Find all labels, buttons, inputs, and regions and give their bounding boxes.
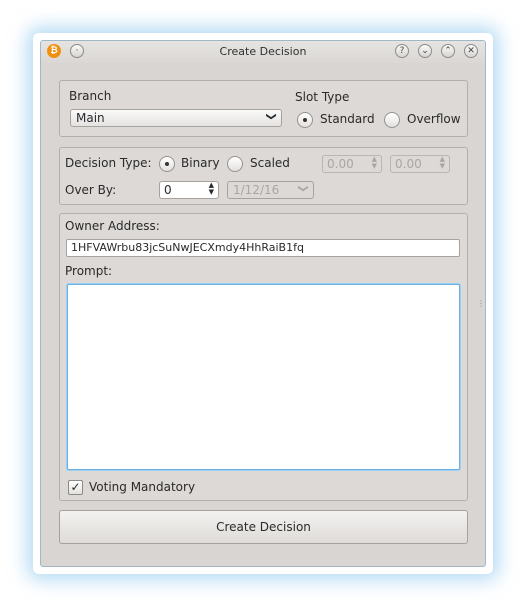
- over-by-date-select[interactable]: 1/12/16 ❯: [227, 181, 314, 199]
- voting-mandatory-checkbox[interactable]: ✓: [68, 480, 83, 495]
- over-by-stepper[interactable]: 0 ▲ ▼: [159, 181, 219, 199]
- title-bar[interactable]: ₿ · Create Decision ? ⌄ ⌃ ✕: [41, 41, 485, 63]
- voting-mandatory-label: Voting Mandatory: [89, 480, 196, 494]
- decision-type-group: Decision Type: Binary Scaled 0.00 ▲ ▼ 0.0…: [59, 147, 468, 205]
- decision-binary-label: Binary: [181, 156, 220, 170]
- owner-prompt-group: Owner Address: 1HFVAWrbu83jcSuNwJECXmdy4…: [59, 213, 468, 501]
- close-icon[interactable]: ✕: [464, 44, 478, 58]
- branch-label: Branch: [69, 89, 112, 103]
- owner-address-input[interactable]: 1HFVAWrbu83jcSuNwJECXmdy4HhRaiB1fq: [66, 239, 460, 257]
- minimize-icon[interactable]: ⌄: [418, 44, 432, 58]
- chevron-down-icon: ❯: [297, 184, 309, 193]
- scaled-min-value: 0.00: [327, 157, 354, 171]
- over-by-value: 0: [164, 183, 172, 197]
- decision-type-label: Decision Type:: [65, 156, 152, 170]
- slot-standard-label: Standard: [320, 112, 375, 126]
- decision-binary-radio[interactable]: [159, 156, 175, 172]
- branch-selected-value: Main: [76, 111, 105, 125]
- resize-grip-icon[interactable]: ⋮: [477, 299, 485, 308]
- branch-slot-group: Branch Main ❯ Slot Type Standard Overflo…: [59, 80, 468, 137]
- slot-overflow-label: Overflow: [407, 112, 461, 126]
- maximize-icon[interactable]: ⌃: [441, 44, 455, 58]
- branch-select[interactable]: Main ❯: [70, 109, 282, 127]
- over-by-label: Over By:: [65, 183, 117, 197]
- scaled-max-value: 0.00: [395, 157, 422, 171]
- help-icon[interactable]: ?: [395, 44, 409, 58]
- slot-type-label: Slot Type: [295, 90, 350, 104]
- stepper-arrows-icon: ▲ ▼: [208, 181, 214, 196]
- slot-overflow-radio[interactable]: [384, 112, 400, 128]
- checkmark-icon: ✓: [70, 480, 81, 494]
- stepper-arrows-icon: ▲ ▼: [371, 155, 377, 170]
- create-decision-window: ₿ · Create Decision ? ⌄ ⌃ ✕ Branch Main …: [40, 40, 486, 567]
- stepper-arrows-icon: ▲ ▼: [439, 155, 445, 170]
- prompt-label: Prompt:: [65, 264, 113, 278]
- prompt-textarea[interactable]: [67, 284, 460, 470]
- slot-standard-radio[interactable]: [297, 112, 313, 128]
- owner-address-label: Owner Address:: [65, 219, 160, 233]
- decision-scaled-radio[interactable]: [227, 156, 243, 172]
- scaled-min-stepper[interactable]: 0.00 ▲ ▼: [322, 155, 382, 173]
- create-decision-button[interactable]: Create Decision: [59, 510, 468, 544]
- over-by-date-value: 1/12/16: [233, 183, 280, 197]
- decision-scaled-label: Scaled: [250, 156, 290, 170]
- chevron-down-icon: ❯: [265, 112, 277, 121]
- scaled-max-stepper[interactable]: 0.00 ▲ ▼: [390, 155, 450, 173]
